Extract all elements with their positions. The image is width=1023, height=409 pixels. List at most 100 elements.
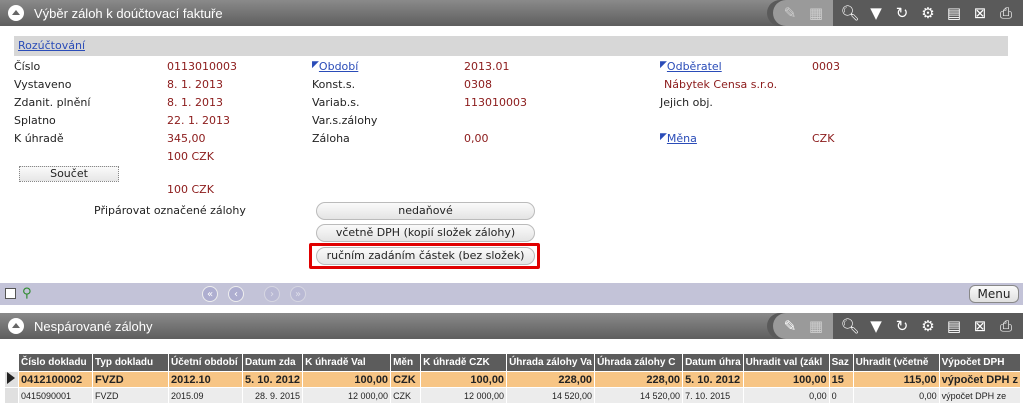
column-header[interactable]: K úhradě CZK: [420, 353, 508, 372]
table-cell: 28. 9. 2015: [241, 387, 304, 404]
vystaveno-value: 8. 1. 2013: [167, 78, 223, 91]
column-header[interactable]: Úhrada zálohy Va: [506, 353, 596, 372]
table-cell: 2012.10: [168, 371, 243, 388]
row-marker: [4, 387, 19, 404]
table-cell: 5. 10. 2012: [241, 371, 304, 388]
kuhrade-value: 345,00: [167, 132, 206, 145]
column-header[interactable]: Datum úhra: [682, 353, 744, 372]
column-header[interactable]: Výpočet DPH: [938, 353, 1022, 372]
mena-link[interactable]: Měna: [667, 132, 697, 145]
prev-page-icon[interactable]: ‹: [228, 286, 244, 302]
table-row[interactable]: 0415090001 FVZD 2015.09 28. 9. 2015 12 0…: [4, 387, 1022, 404]
nedanove-button[interactable]: nedaňové: [316, 202, 535, 220]
toolbar: ✎ ▦ 🔍︎ ▼ ↻ ⚙ ▤ ⊠ ⎙: [767, 0, 1023, 26]
cislo-label: Číslo: [14, 60, 41, 73]
odberatel-value: 0003: [812, 60, 840, 73]
column-header[interactable]: Úhrada zálohy C: [594, 353, 684, 372]
document-icon[interactable]: ▤: [941, 315, 967, 337]
column-header[interactable]: Měn: [390, 353, 422, 372]
excel-icon[interactable]: ⊠: [967, 2, 993, 24]
table-cell: výpočet DPH ze: [938, 387, 1022, 404]
column-header[interactable]: Typ dokladu: [92, 353, 169, 372]
table-cell: FVZD: [92, 387, 169, 404]
table-cell: 14 520,00: [594, 387, 684, 404]
varia-value: 113010003: [464, 96, 527, 109]
filter-check-icon[interactable]: ⚲: [22, 286, 32, 301]
table-cell: CZK: [390, 371, 422, 388]
rucnim-zadanim-button[interactable]: ručním zadáním částek (bez složek): [316, 247, 535, 265]
edit-icon[interactable]: ✎: [777, 2, 803, 24]
collapse-icon[interactable]: [8, 5, 24, 21]
table-row[interactable]: 0412100002 FVZD 2012.10 5. 10. 2012 100,…: [4, 371, 1022, 388]
excel-icon[interactable]: ⊠: [967, 315, 993, 337]
varia-label: Variab.s.: [312, 96, 360, 109]
table-cell: 0,00: [852, 387, 940, 404]
table-cell: 100,00: [742, 371, 830, 388]
column-header[interactable]: Datum zda: [241, 353, 304, 372]
refresh-icon[interactable]: ↻: [889, 2, 915, 24]
table-icon[interactable]: ▦: [803, 315, 829, 337]
column-header[interactable]: Účetní období: [168, 353, 243, 372]
column-header[interactable]: Saz: [828, 353, 854, 372]
select-all-checkbox[interactable]: [5, 288, 16, 299]
settings-icon[interactable]: ⚙: [915, 315, 941, 337]
print-icon[interactable]: ⎙: [993, 2, 1019, 24]
collapse-icon[interactable]: [8, 318, 24, 334]
search-icon[interactable]: 🔍︎: [837, 2, 863, 24]
table-cell: výpočet DPH z: [938, 371, 1022, 388]
table-cell: 228,00: [506, 371, 596, 388]
table-icon[interactable]: ▦: [803, 2, 829, 24]
obdobi-link[interactable]: Období: [319, 60, 358, 73]
konst-label: Konst.s.: [312, 78, 356, 91]
column-header[interactable]: Číslo dokladu: [18, 353, 93, 372]
subheader-rozuctovani: Rozúčtování: [14, 36, 1008, 56]
column-header[interactable]: K úhradě Val: [302, 353, 392, 372]
navigation-bar: ⚲ « ‹ › » Menu: [0, 283, 1023, 305]
table-cell: 14 520,00: [506, 387, 596, 404]
table-cell: 0: [828, 387, 854, 404]
vystaveno-label: Vystaveno: [14, 78, 72, 91]
table-cell: 115,00: [852, 371, 940, 388]
column-header[interactable]: Uhradit (včetně: [852, 353, 940, 372]
zaloha-value: 0,00: [464, 132, 489, 145]
menu-button[interactable]: Menu: [969, 285, 1019, 303]
soucet-button[interactable]: Součet: [19, 166, 119, 182]
first-page-icon[interactable]: «: [202, 286, 218, 302]
mena-value: CZK: [812, 132, 835, 145]
next-page-icon[interactable]: ›: [264, 286, 280, 302]
settings-icon[interactable]: ⚙: [915, 2, 941, 24]
current-row-marker-icon: [4, 371, 19, 388]
splatno-label: Splatno: [14, 114, 56, 127]
last-page-icon[interactable]: »: [290, 286, 306, 302]
konst-value: 0308: [464, 78, 492, 91]
link-marker-icon: ◤: [660, 132, 667, 142]
table-cell: 7. 10. 2015: [682, 387, 744, 404]
table-cell: 12 000,00: [420, 387, 508, 404]
kuhrade-label: K úhradě: [14, 132, 64, 145]
jejich-label: Jejich obj.: [660, 96, 713, 109]
rozuctovani-link[interactable]: Rozúčtování: [18, 39, 85, 52]
zalohy-table: Číslo dokladu Typ dokladu Účetní období …: [4, 353, 1022, 404]
panel-title: Výběr záloh k doúčtovací faktuře: [34, 5, 223, 21]
table-cell: 5. 10. 2012: [682, 371, 744, 388]
filter-icon[interactable]: ▼: [863, 2, 889, 24]
document-icon[interactable]: ▤: [941, 2, 967, 24]
search-icon[interactable]: 🔍︎: [837, 315, 863, 337]
table-cell: 12 000,00: [302, 387, 392, 404]
zdanit-label: Zdanit. plnění: [14, 96, 91, 109]
table-header-row: Číslo dokladu Typ dokladu Účetní období …: [4, 353, 1022, 372]
column-header[interactable]: Uhradit val (zákl: [742, 353, 830, 372]
edit-icon[interactable]: ✎: [777, 315, 803, 337]
odberatel-link[interactable]: Odběratel: [667, 60, 722, 73]
filter-icon[interactable]: ▼: [863, 315, 889, 337]
table-cell: 100,00: [302, 371, 392, 388]
table-cell: 0412100002: [18, 371, 93, 388]
cislo-value: 0113010003: [167, 60, 237, 73]
refresh-icon[interactable]: ↻: [889, 315, 915, 337]
table-cell: 0415090001: [18, 387, 93, 404]
print-icon[interactable]: ⎙: [993, 315, 1019, 337]
vcetne-dph-button[interactable]: včetně DPH (kopií složek zálohy): [316, 224, 535, 242]
firma-name: Nábytek Censa s.r.o.: [664, 78, 778, 91]
table-cell: 2015.09: [168, 387, 243, 404]
table-cell: CZK: [390, 387, 422, 404]
